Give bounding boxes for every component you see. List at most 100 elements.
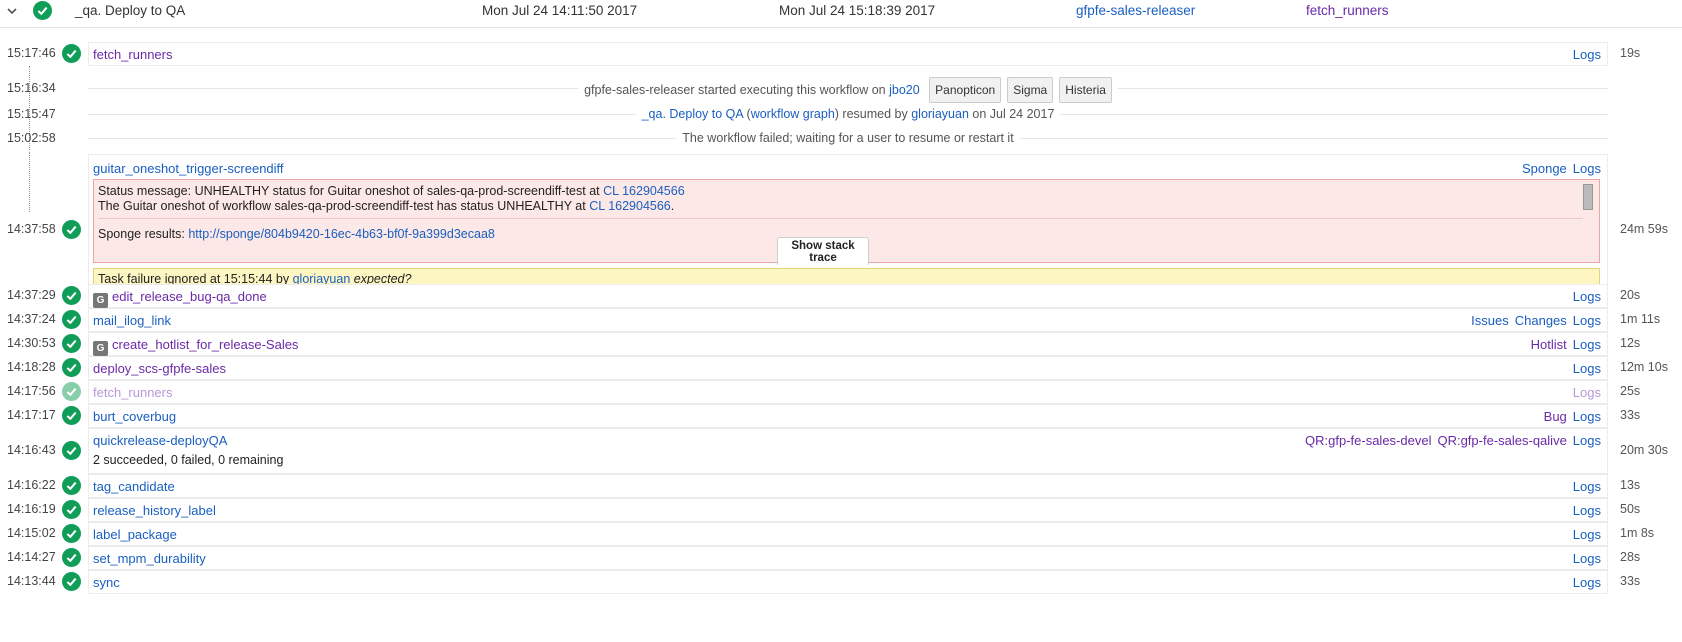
workflow-graph-link[interactable]: workflow graph [751,107,835,121]
workflow-header[interactable]: _qa. Deploy to QA Mon Jul 24 14:11:50 20… [0,0,1682,28]
task-time: 14:37:29 [7,288,56,302]
logs-link[interactable]: Logs [1573,503,1601,518]
task-row: label_package Logs [88,522,1608,546]
sponge-results-link[interactable]: http://sponge/804b9420-16ec-4b63-bf0f-9a… [188,227,495,241]
task-time: 14:13:44 [7,574,56,588]
task-duration: 28s [1620,550,1641,564]
qr-gfp-fe-sales-qalive-link[interactable]: QR:gfp-fe-sales-qalive [1437,433,1566,448]
chip-sigma[interactable]: Sigma [1007,77,1054,103]
task-name-link[interactable]: Gcreate_hotlist_for_release-Sales [93,337,298,356]
task-row: Gcreate_hotlist_for_release-Sales Hotlist… [88,332,1608,356]
show-stack-trace-button[interactable]: Show stack trace [777,237,869,265]
event-failed: The workflow failed; waiting for a user … [88,128,1608,148]
task-time: 14:15:02 [7,526,56,540]
task-name-label: fetch_runners [93,47,173,62]
resumed-date: on Jul 24 2017 [972,107,1055,121]
task-duration: 1m 11s [1620,312,1661,326]
hotlist-link[interactable]: Hotlist [1531,337,1567,352]
chip-histeria[interactable]: Histeria [1059,77,1112,103]
task-name-link[interactable]: burt_coverbug [93,409,176,424]
task-name-link[interactable]: quickrelease-deployQA [93,433,227,448]
task-name-label: edit_release_bug-qa_done [112,289,267,304]
logs-link[interactable]: Logs [1573,409,1601,424]
task-name-label: deploy_scs-gfpfe-sales [93,361,226,376]
changes-link[interactable]: Changes [1515,313,1567,328]
logs-link[interactable]: Logs [1573,337,1601,352]
task-name-link[interactable]: release_history_label [93,503,216,518]
task-name-label: create_hotlist_for_release-Sales [112,337,299,352]
task-duration: 12m 10s [1620,360,1668,374]
success-check-icon [62,548,81,567]
success-check-icon [62,358,81,377]
task-duration: 20s [1620,288,1641,302]
logs-link[interactable]: Logs [1573,161,1601,176]
logs-link[interactable]: Logs [1573,527,1601,542]
task-name-label: release_history_label [93,503,216,518]
logs-link[interactable]: Logs [1573,575,1601,590]
task-name-label: burt_coverbug [93,409,177,424]
task-duration: 12s [1620,336,1641,350]
task-row: sync Logs [88,570,1608,594]
task-time: 14:16:22 [7,478,56,492]
cl-link[interactable]: CL 162904566 [603,184,685,198]
task-duration: 1m 8s [1620,526,1655,540]
resumed-text: ) resumed by [834,107,908,121]
chip-panopticon[interactable]: Panopticon [929,77,1002,103]
success-check-icon [62,310,81,329]
task-name-link[interactable]: tag_candidate [93,479,175,494]
event-resumed: _qa. Deploy to QA (workflow graph) resum… [88,104,1608,124]
task-row: tag_candidate Logs [88,474,1608,498]
bug-link[interactable]: Bug [1544,409,1567,424]
logs-link[interactable]: Logs [1573,479,1601,494]
success-check-icon [62,44,81,63]
host-link[interactable]: jbo20 [889,83,920,97]
logs-link[interactable]: Logs [1573,361,1601,376]
cl-link[interactable]: CL 162904566 [589,199,671,213]
task-duration: 33s [1620,574,1641,588]
task-row: fetch_runners Logs [88,380,1608,404]
task-time: 14:17:56 [7,384,56,398]
task-name-link[interactable]: mail_ilog_link [93,313,171,328]
event-time: 15:16:34 [7,81,56,95]
logs-link[interactable]: Logs [1573,47,1601,62]
success-check-icon [62,334,81,353]
chevron-down-icon[interactable] [7,6,17,16]
workflow-current-task-link[interactable]: fetch_runners [1306,3,1389,18]
workflow-link[interactable]: _qa. Deploy to QA [642,107,743,121]
event-started: gfpfe-sales-releaser started executing t… [88,77,1608,103]
error-scrollbar[interactable] [1583,184,1593,210]
task-name-link[interactable]: guitar_oneshot_trigger-screendiff [93,161,284,176]
task-time: 14:30:53 [7,336,56,350]
task-row: quickrelease-deployQA QR:gfp-fe-sales-dev… [88,428,1608,474]
logs-link[interactable]: Logs [1573,289,1601,304]
sponge-link[interactable]: Sponge [1522,161,1567,176]
logs-link[interactable]: Logs [1573,313,1601,328]
task-name-link[interactable]: set_mpm_durability [93,551,206,566]
task-duration: 24m 59s [1620,222,1668,236]
logs-link[interactable]: Logs [1573,551,1601,566]
show-stack-trace-label: Show stack trace [791,240,855,264]
task-name-link[interactable]: Gedit_release_bug-qa_done [93,289,267,308]
issues-link[interactable]: Issues [1471,313,1509,328]
task-name-label: label_package [93,527,177,542]
task-time: 14:16:19 [7,502,56,516]
qr-gfp-fe-sales-devel-link[interactable]: QR:gfp-fe-sales-devel [1305,433,1431,448]
task-name-link[interactable]: sync [93,575,120,590]
task-duration: 19s [1620,46,1641,60]
success-check-icon [62,286,81,305]
workflow-title: _qa. Deploy to QA [75,3,186,18]
workflow-user-link[interactable]: gfpfe-sales-releaser [1076,3,1195,18]
logs-link[interactable]: Logs [1573,433,1601,448]
task-time: 14:14:27 [7,550,56,564]
task-name-link[interactable]: deploy_scs-gfpfe-sales [93,361,226,376]
task-duration: 25s [1620,384,1641,398]
resumed-user-link[interactable]: gloriayuan [911,107,969,121]
success-check-icon [33,1,52,20]
logs-link[interactable]: Logs [1573,385,1601,400]
success-check-icon [62,406,81,425]
task-name-link[interactable]: label_package [93,527,177,542]
success-check-icon [62,220,81,239]
task-name-link[interactable]: fetch_runners [93,47,173,62]
task-row: Gedit_release_bug-qa_done Logs [88,284,1608,308]
task-name-link[interactable]: fetch_runners [93,385,173,400]
